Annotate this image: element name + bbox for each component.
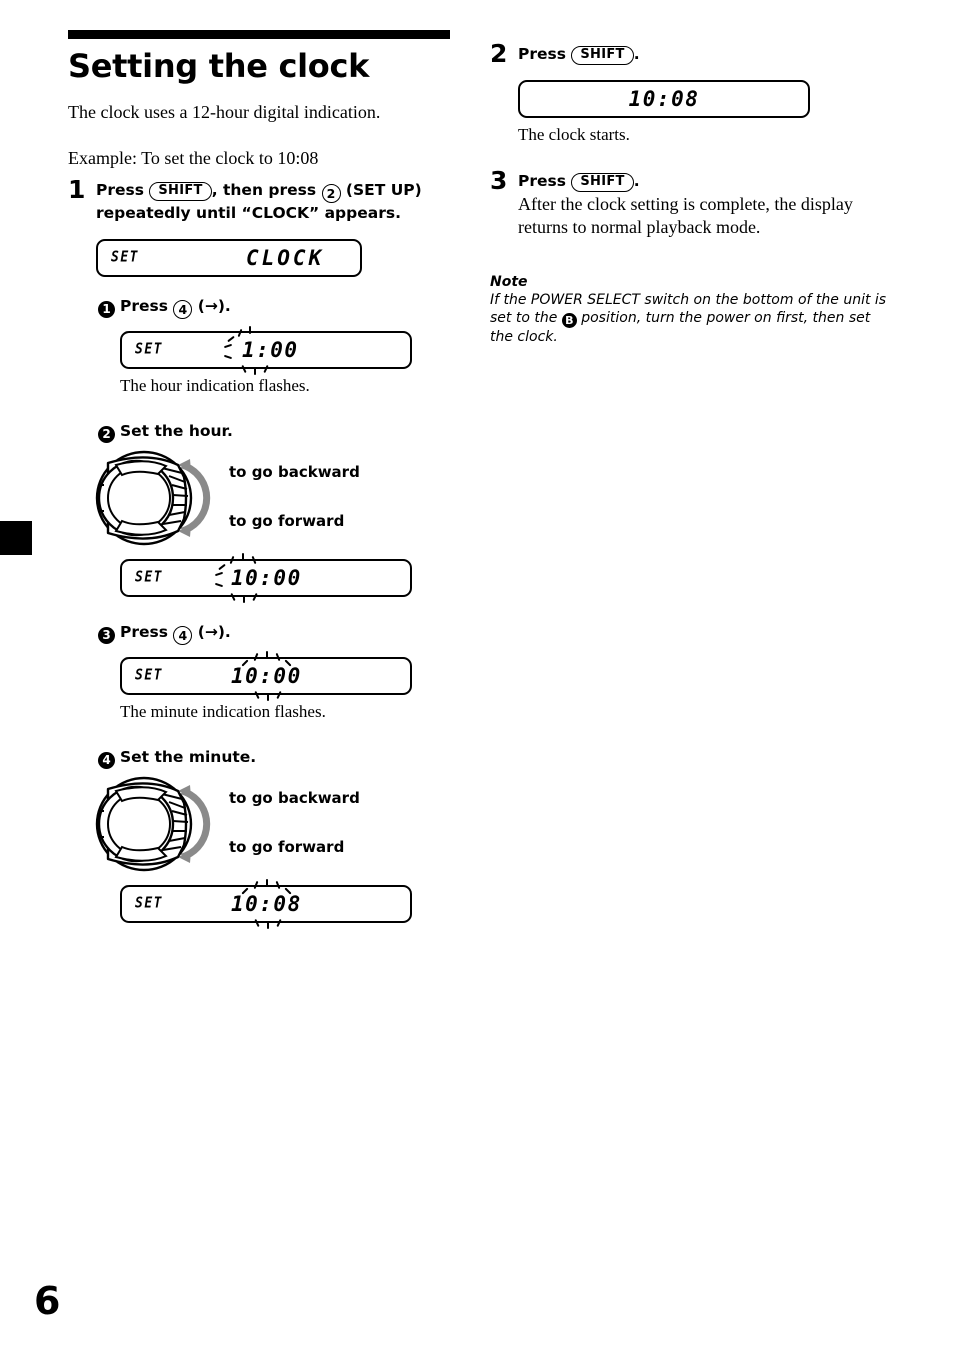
shift-key-button[interactable]: SHIFT xyxy=(571,172,634,192)
rotary-knob-illustration-hour: to go backward to go forward xyxy=(92,449,460,547)
note-body: If the POWER SELECT switch on the bottom… xyxy=(490,291,890,348)
lcd-display-hour-10-00: SET 10:00 xyxy=(120,552,412,603)
knob-label-backward: to go backward xyxy=(229,462,360,481)
caption-clock-starts: The clock starts. xyxy=(518,124,630,144)
lcd-value-hour-1-00: 1:00 xyxy=(242,337,299,362)
step-2-number: 2 xyxy=(490,39,508,68)
knob-label-backward: to go backward xyxy=(229,788,360,807)
substep-1-arrow: (→). xyxy=(197,296,231,315)
step-1-then-press: , then press xyxy=(211,181,317,200)
step-1-number: 1 xyxy=(68,175,86,205)
manual-page: Setting the clock The clock uses a 12-ho… xyxy=(0,0,954,1352)
knob-icon xyxy=(95,450,211,546)
substep-3: 3 Press 4 (→). xyxy=(98,623,460,645)
key-4-button-a[interactable]: 4 xyxy=(173,299,193,319)
step-2-period: . xyxy=(633,45,640,63)
step-1: 1 Press SHIFT, then press 2 (SET UP) rep… xyxy=(68,175,460,224)
substep-1-bullet: 1 xyxy=(98,300,115,318)
note-title: Note xyxy=(490,273,528,290)
page-number: 6 xyxy=(34,1279,61,1323)
right-column: 2 Press SHIFT. 10:08 The clock starts. 3… xyxy=(490,36,890,347)
lcd-set-indicator: SET xyxy=(111,248,139,267)
substep-4-bullet: 4 xyxy=(98,751,115,769)
lcd-value-clock: CLOCK xyxy=(246,245,325,270)
step-1-setup-label: (SET UP) xyxy=(345,181,422,200)
step-2-press-label: Press xyxy=(518,45,566,63)
lcd-set-indicator: SET xyxy=(135,340,163,359)
lcd-display-final-10-08: 10:08 xyxy=(518,79,810,118)
lcd-display-minute-10-00: SET 10:00 xyxy=(120,650,412,701)
power-select-b-badge: B xyxy=(561,313,577,329)
intro-text: The clock uses a 12-hour digital indicat… xyxy=(68,101,381,122)
lcd-set-indicator: SET xyxy=(135,568,163,587)
knob-icon xyxy=(95,776,211,872)
example-text: Example: To set the clock to 10:08 xyxy=(68,147,319,168)
key-4-button-b[interactable]: 4 xyxy=(173,625,193,645)
substep-2-bullet: 2 xyxy=(98,425,115,443)
substep-3-arrow: (→). xyxy=(197,622,231,641)
left-column: Setting the clock The clock uses a 12-ho… xyxy=(68,30,460,929)
heading-rule xyxy=(68,30,450,39)
substep-2: 2 Set the hour. xyxy=(98,422,460,443)
caption-hour-flashes: The hour indication flashes. xyxy=(120,375,310,395)
caption-minute-flashes: The minute indication flashes. xyxy=(120,701,326,721)
knob-label-forward: to go forward xyxy=(229,837,345,856)
substep-2-label: Set the hour. xyxy=(120,421,233,440)
step-1-body: Press SHIFT, then press 2 (SET UP) repea… xyxy=(96,180,460,224)
substep-1-press-label: Press xyxy=(120,296,168,315)
substep-1: 1 Press 4 (→). xyxy=(98,297,460,319)
shift-key-button[interactable]: SHIFT xyxy=(149,182,212,202)
lcd-display-hour-1-00: SET 1:00 xyxy=(120,325,412,375)
step-3-body: Press SHIFT. After the clock setting is … xyxy=(518,171,890,240)
shift-key-button[interactable]: SHIFT xyxy=(571,46,634,65)
step-3-number: 3 xyxy=(490,165,508,195)
step-1-press-label: Press xyxy=(96,181,144,200)
step-3-period: . xyxy=(633,171,640,190)
step-3: 3 Press SHIFT. After the clock setting i… xyxy=(490,165,890,240)
step-3-description: After the clock setting is complete, the… xyxy=(518,193,853,238)
lcd-set-indicator: SET xyxy=(135,666,163,685)
key-2-button[interactable]: 2 xyxy=(321,184,341,204)
section-edge-tab xyxy=(0,521,32,555)
lcd-value-hour-10-00: 10:00 xyxy=(231,565,302,590)
step-2-body: Press SHIFT. xyxy=(518,44,890,65)
page-title: Setting the clock xyxy=(68,47,370,85)
lcd-display-minute-10-08: SET 10:08 xyxy=(120,878,412,929)
step-3-press-label: Press xyxy=(518,171,566,190)
step-2: 2 Press SHIFT. xyxy=(490,39,890,68)
knob-label-forward: to go forward xyxy=(229,511,345,530)
substep-3-bullet: 3 xyxy=(98,626,115,644)
substep-4: 4 Set the minute. xyxy=(98,748,460,769)
lcd-value-minute-10-00: 10:00 xyxy=(231,663,302,688)
substep-4-label: Set the minute. xyxy=(120,747,257,766)
substep-3-press-label: Press xyxy=(120,622,168,641)
lcd-set-indicator: SET xyxy=(135,894,163,913)
lcd-value-minute-10-08: 10:08 xyxy=(231,891,302,916)
step-1-line2: repeatedly until “CLOCK” appears. xyxy=(96,204,401,223)
lcd-value-final: 10:08 xyxy=(628,86,700,111)
lcd-display-clock: SET CLOCK xyxy=(96,238,362,277)
rotary-knob-illustration-minute: to go backward to go forward xyxy=(92,775,460,873)
